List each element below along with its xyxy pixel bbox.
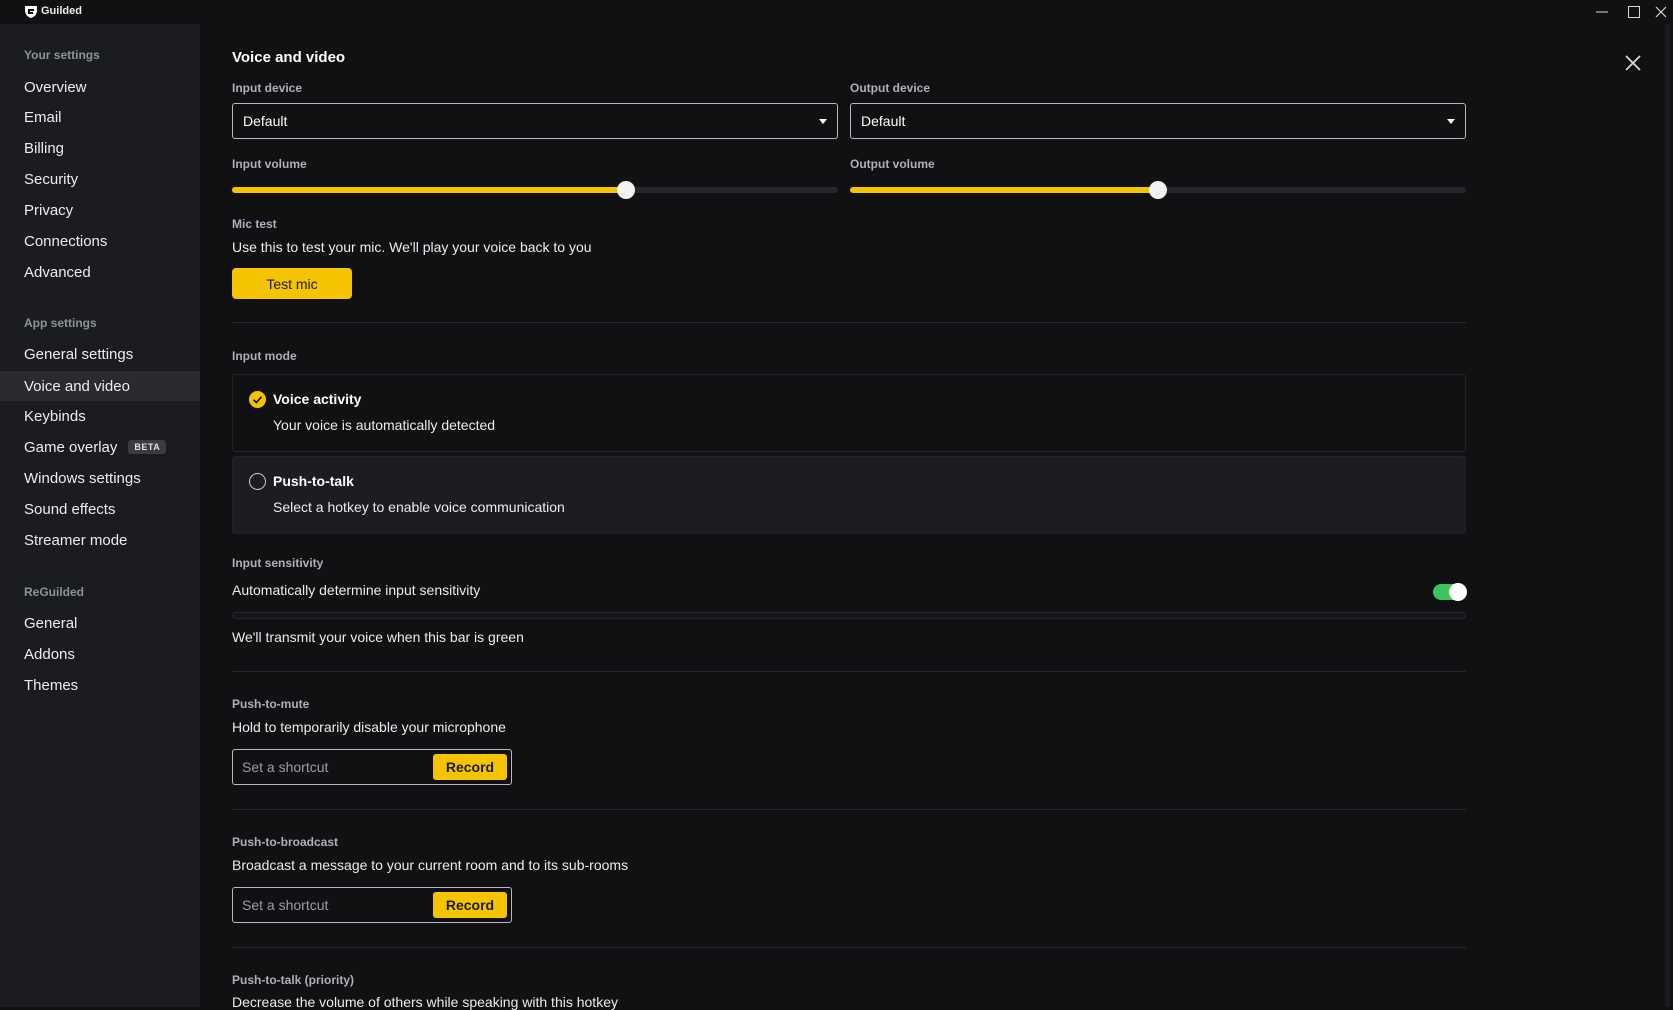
push-to-mute-shortcut[interactable]: Set a shortcut Record (232, 749, 512, 785)
app-settings-heading: App settings (24, 316, 97, 330)
sidebar-item-voice-and-video[interactable]: Voice and video (0, 371, 200, 401)
input-mode-label: Input mode (232, 349, 297, 363)
divider (232, 809, 1466, 810)
chevron-down-icon (1447, 119, 1455, 124)
push-to-broadcast-description: Broadcast a message to your current room… (232, 857, 629, 873)
push-to-broadcast-label: Push-to-broadcast (232, 835, 339, 849)
maximize-button[interactable] (1618, 0, 1650, 24)
push-to-mute-label: Push-to-mute (232, 697, 310, 711)
sidebar-item-security[interactable]: Security (0, 164, 200, 194)
sensitivity-hint: We'll transmit your voice when this bar … (232, 629, 524, 645)
test-mic-button[interactable]: Test mic (233, 269, 351, 298)
push-to-broadcast-shortcut[interactable]: Set a shortcut Record (232, 887, 512, 923)
mic-test-label: Mic test (232, 217, 277, 231)
input-volume-thumb[interactable] (616, 181, 635, 199)
sensitivity-meter (232, 612, 1466, 619)
page-title: Voice and video (232, 49, 346, 66)
input-sensitivity-label: Input sensitivity (232, 556, 324, 570)
close-settings-icon[interactable] (1622, 52, 1644, 74)
sidebar-item-game-overlay[interactable]: Game overlay BETA (0, 432, 200, 462)
input-device-select[interactable]: Default (232, 103, 838, 139)
divider (232, 947, 1466, 948)
push-to-talk-priority-description: Decrease the volume of others while spea… (232, 994, 618, 1010)
sidebar-item-windows-settings[interactable]: Windows settings (0, 463, 200, 493)
input-device-value: Default (243, 113, 288, 129)
output-device-select[interactable]: Default (850, 103, 1466, 139)
reguilded-heading: ReGuilded (24, 585, 85, 599)
beta-badge: BETA (128, 440, 167, 454)
settings-sidebar: Your settings Overview Email Billing Sec… (0, 24, 200, 1007)
input-mode-voice-activity[interactable]: Voice activity Your voice is automatical… (232, 374, 1466, 452)
settings-content: Voice and video Input device Default Out… (200, 24, 1673, 1010)
input-volume-slider[interactable] (232, 181, 838, 199)
sidebar-item-streamer-mode[interactable]: Streamer mode (0, 525, 200, 555)
sidebar-item-email[interactable]: Email (0, 102, 200, 132)
minimize-icon (1596, 11, 1608, 13)
chevron-down-icon (819, 119, 827, 124)
output-volume-slider[interactable] (850, 181, 1466, 199)
window-close-button[interactable] (1648, 0, 1673, 24)
sidebar-item-label: Game overlay (24, 438, 118, 456)
sidebar-item-privacy[interactable]: Privacy (0, 195, 200, 225)
toggle-knob (1449, 583, 1467, 601)
divider (232, 671, 1466, 672)
sidebar-item-overview[interactable]: Overview (0, 72, 200, 102)
minimize-button[interactable] (1586, 0, 1618, 24)
auto-sensitivity-toggle[interactable] (1433, 583, 1467, 601)
divider (232, 322, 1466, 323)
sidebar-item-general-settings[interactable]: General settings (0, 339, 200, 369)
voice-activity-title: Voice activity (273, 391, 362, 407)
input-device-label: Input device (232, 81, 303, 95)
push-to-talk-description: Select a hotkey to enable voice communic… (273, 499, 565, 515)
push-to-mute-description: Hold to temporarily disable your microph… (232, 719, 506, 735)
check-circle-icon (249, 391, 266, 408)
output-volume-fill (850, 187, 1158, 193)
sidebar-item-themes[interactable]: Themes (0, 670, 200, 700)
output-volume-thumb[interactable] (1149, 181, 1167, 199)
voice-activity-description: Your voice is automatically detected (273, 417, 496, 433)
app-name: Guilded (41, 5, 82, 17)
sidebar-item-addons[interactable]: Addons (0, 639, 200, 669)
radio-empty-icon (249, 473, 266, 490)
title-bar: Guilded (0, 0, 1673, 24)
input-mode-push-to-talk[interactable]: Push-to-talk Select a hotkey to enable v… (232, 456, 1466, 534)
close-icon (1655, 6, 1666, 18)
sidebar-item-sound-effects[interactable]: Sound effects (0, 494, 200, 524)
scrollbar[interactable] (1665, 24, 1670, 1007)
sidebar-item-reguilded-general[interactable]: General (0, 608, 200, 638)
input-volume-fill (232, 187, 626, 193)
maximize-icon (1628, 6, 1640, 18)
shortcut-placeholder: Set a shortcut (242, 759, 329, 775)
push-to-talk-title: Push-to-talk (273, 473, 354, 489)
your-settings-heading: Your settings (24, 48, 100, 62)
mic-test-description: Use this to test your mic. We'll play yo… (232, 239, 592, 255)
output-device-label: Output device (850, 81, 931, 95)
sidebar-item-keybinds[interactable]: Keybinds (0, 401, 200, 431)
input-volume-label: Input volume (232, 157, 307, 171)
record-button[interactable]: Record (433, 754, 507, 780)
record-button[interactable]: Record (433, 892, 507, 918)
auto-sensitivity-label: Automatically determine input sensitivit… (232, 582, 481, 598)
sidebar-item-connections[interactable]: Connections (0, 226, 200, 256)
shortcut-placeholder: Set a shortcut (242, 897, 329, 913)
output-volume-label: Output volume (850, 157, 935, 171)
sidebar-item-billing[interactable]: Billing (0, 133, 200, 163)
output-device-value: Default (861, 113, 906, 129)
sidebar-item-advanced[interactable]: Advanced (0, 257, 200, 287)
push-to-talk-priority-label: Push-to-talk (priority) (232, 973, 354, 987)
guilded-logo-icon (25, 6, 37, 18)
